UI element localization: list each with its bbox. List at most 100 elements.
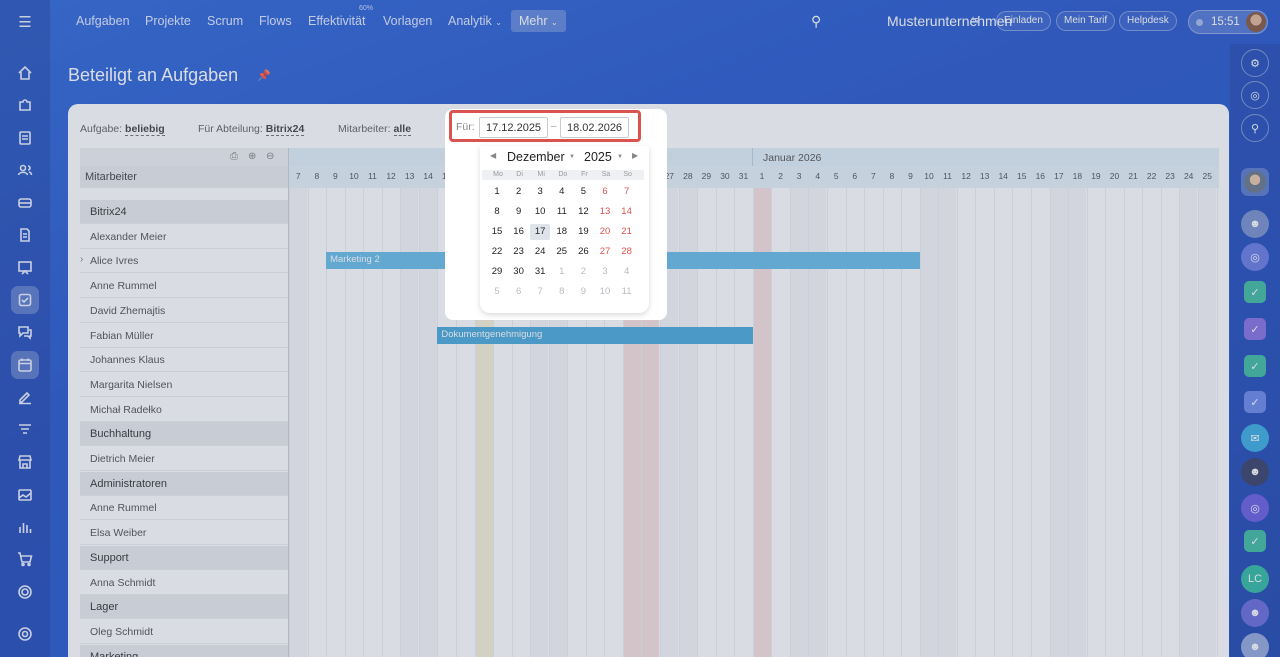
calendar-day[interactable]: 30	[509, 264, 529, 280]
employee-row[interactable]: Oleg Schmidt	[80, 620, 288, 644]
department-row[interactable]: Lager	[80, 595, 288, 620]
nav-vorlagen[interactable]: Vorlagen	[383, 14, 432, 28]
department-filter-value[interactable]: Bitrix24	[265, 123, 305, 136]
cart-icon[interactable]	[11, 545, 39, 573]
calendar-icon[interactable]	[11, 351, 39, 379]
calendar-day[interactable]: 26	[573, 244, 593, 260]
calendar-day[interactable]: 22	[487, 244, 507, 260]
work-clock[interactable]: 15:51	[1188, 10, 1268, 34]
calendar-day[interactable]: 3	[595, 264, 615, 280]
employee-row[interactable]: Dietrich Meier	[80, 447, 288, 471]
calendar-day[interactable]: 20	[595, 224, 615, 240]
calendar-day[interactable]: 16	[509, 224, 529, 240]
employee-row[interactable]: Alexander Meier	[80, 225, 288, 249]
calendar-day[interactable]: 12	[573, 204, 593, 220]
calendar-day[interactable]: 9	[509, 204, 529, 220]
calendar-day[interactable]: 2	[509, 184, 529, 200]
calendar-day[interactable]: 11	[552, 204, 572, 220]
calendar-day[interactable]: 10	[595, 284, 615, 300]
calendar-day[interactable]: 18	[552, 224, 572, 240]
calendar-year[interactable]: 2025	[584, 150, 612, 164]
task-chat-icon[interactable]: ✓	[1244, 530, 1266, 552]
settings-icon[interactable]	[11, 620, 39, 648]
search-chat-icon[interactable]: ⚲	[1241, 114, 1269, 142]
user-avatar[interactable]	[1246, 12, 1266, 32]
helpdesk-button[interactable]: Helpdesk	[1119, 11, 1177, 31]
employee-filter[interactable]: Mitarbeiter: alle	[338, 123, 412, 136]
calendar-day[interactable]: 31	[530, 264, 550, 280]
signature-icon[interactable]	[11, 383, 39, 411]
task-chat-icon[interactable]: ✓	[1244, 355, 1266, 377]
calendar-day[interactable]: 11	[617, 284, 637, 300]
calendar-day[interactable]: 2	[573, 264, 593, 280]
calendar-day[interactable]: 13	[595, 204, 615, 220]
print-icon[interactable]: ⎙	[230, 151, 238, 162]
tasks-icon[interactable]	[11, 286, 39, 314]
calendar-day[interactable]: 5	[573, 184, 593, 200]
chevron-right-icon[interactable]: ›	[80, 254, 83, 265]
file-icon[interactable]	[11, 221, 39, 249]
calendar-day[interactable]: 29	[487, 264, 507, 280]
tariff-button[interactable]: Mein Tarif	[1056, 11, 1116, 31]
employee-row[interactable]: David Zhemajtis	[80, 299, 288, 323]
calendar-day[interactable]: 25	[552, 244, 572, 260]
calendar-day[interactable]: 1	[552, 264, 572, 280]
nav-flows[interactable]: Flows	[259, 14, 292, 28]
calendar-day[interactable]: 24	[530, 244, 550, 260]
calendar-day[interactable]: 21	[617, 224, 637, 240]
employee-filter-value[interactable]: alle	[393, 123, 412, 136]
target-icon[interactable]	[11, 578, 39, 606]
contact-avatar[interactable]	[1241, 168, 1269, 196]
calendar-day[interactable]: 27	[595, 244, 615, 260]
inbox-icon[interactable]	[11, 189, 39, 217]
prev-month-icon[interactable]: ◀	[490, 151, 496, 160]
channel-icon[interactable]: ◎	[1241, 243, 1269, 271]
calendar-day[interactable]: 6	[509, 284, 529, 300]
menu-icon[interactable]: ☰	[11, 8, 39, 36]
calendar-day[interactable]: 14	[617, 204, 637, 220]
puzzle-icon[interactable]	[11, 91, 39, 119]
swap-icon[interactable]: ⇆	[971, 15, 979, 26]
nav-analytik[interactable]: Analytik ⌄	[448, 14, 502, 28]
employee-row[interactable]: Elsa Weiber	[80, 521, 288, 546]
calendar-day[interactable]: 1	[487, 184, 507, 200]
calendar-day[interactable]: 5	[487, 284, 507, 300]
calendar-day[interactable]: 7	[530, 284, 550, 300]
contact-avatar[interactable]: ☻	[1241, 210, 1269, 238]
calendar-day[interactable]: 8	[487, 204, 507, 220]
employee-row[interactable]: › Alice Ivres	[80, 249, 288, 274]
calendar-day[interactable]: 28	[617, 244, 637, 260]
employee-row[interactable]: Anne Rummel	[80, 496, 288, 521]
presentation-icon[interactable]	[11, 254, 39, 282]
calendar-month[interactable]: Dezember	[507, 150, 565, 164]
contact-avatar[interactable]: ☻	[1241, 633, 1269, 657]
calendar-day[interactable]: 8	[552, 284, 572, 300]
employee-row[interactable]: Anne Rummel	[80, 274, 288, 299]
calendar-day[interactable]: 17	[530, 224, 551, 240]
radar-icon[interactable]: ◎	[1241, 81, 1269, 109]
nav-aufgaben[interactable]: Aufgaben	[76, 14, 130, 28]
calendar-day[interactable]: 23	[509, 244, 529, 260]
calendar-day[interactable]: 10	[530, 204, 550, 220]
channel-icon[interactable]: ◎	[1241, 494, 1269, 522]
task-filter[interactable]: Aufgabe: beliebig	[80, 123, 165, 136]
contact-avatar[interactable]: ☻	[1241, 458, 1269, 486]
nav-projekte[interactable]: Projekte	[145, 14, 191, 28]
company-name[interactable]: Musterunternehmen	[887, 13, 1012, 29]
invite-button[interactable]: Einladen	[996, 11, 1051, 31]
chat-icon[interactable]: ✉	[1241, 424, 1269, 452]
calendar-day[interactable]: 15	[487, 224, 507, 240]
contacts-icon[interactable]	[11, 156, 39, 184]
contact-avatar[interactable]: ☻	[1241, 599, 1269, 627]
document-icon[interactable]	[11, 124, 39, 152]
task-chat-icon[interactable]: ✓	[1244, 281, 1266, 303]
search-icon[interactable]: ⚲	[811, 13, 821, 30]
calendar-day[interactable]: 6	[595, 184, 615, 200]
nav-mehr[interactable]: Mehr ⌄	[511, 10, 566, 32]
gallery-icon[interactable]	[11, 481, 39, 509]
funnel-icon[interactable]	[11, 416, 39, 444]
bell-icon[interactable]: ⚙	[1241, 49, 1269, 77]
task-chat-icon[interactable]: ✓	[1244, 318, 1266, 340]
department-row[interactable]: Support	[80, 545, 288, 570]
employee-row[interactable]: Anna Schmidt	[80, 571, 288, 595]
